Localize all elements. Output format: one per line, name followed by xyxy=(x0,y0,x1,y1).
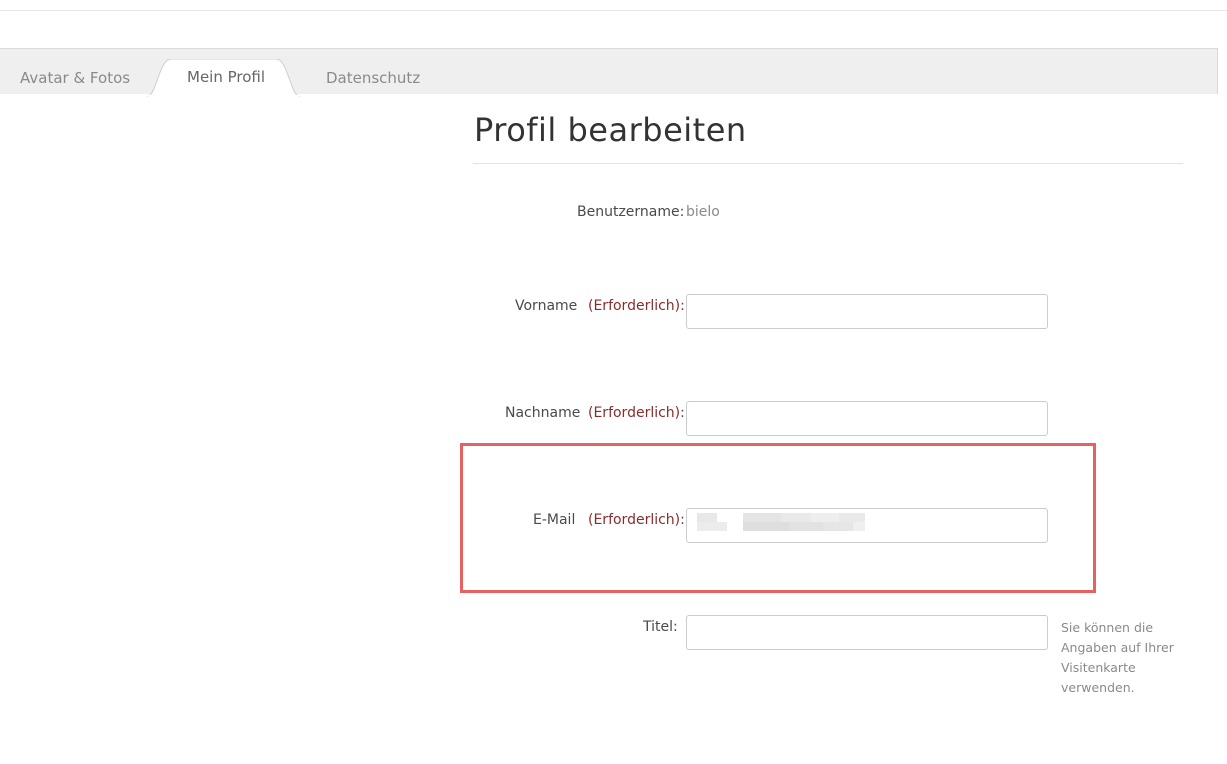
label-colon: : xyxy=(680,512,685,528)
lastname-input[interactable] xyxy=(686,401,1048,436)
title-label: Titel: xyxy=(643,619,678,635)
lastname-required: (Erforderlich): xyxy=(588,405,685,421)
required-indicator: (Erforderlich) xyxy=(588,298,681,314)
tab-my-profile[interactable]: Mein Profil xyxy=(187,68,265,86)
firstname-input[interactable] xyxy=(686,294,1048,329)
email-label: E-Mail xyxy=(533,512,576,528)
profile-edit-page: Avatar & Fotos Mein Profil Datenschutz P… xyxy=(0,0,1227,764)
title-divider xyxy=(473,163,1183,164)
page-title: Profil bearbeiten xyxy=(474,111,747,149)
firstname-required: (Erforderlich): xyxy=(588,298,685,314)
required-indicator: (Erforderlich) xyxy=(588,512,681,528)
top-divider xyxy=(0,10,1227,11)
firstname-label: Vorname xyxy=(515,298,578,314)
tab-privacy[interactable]: Datenschutz xyxy=(326,69,420,87)
tab-avatar-photos[interactable]: Avatar & Fotos xyxy=(20,69,130,87)
title-input[interactable] xyxy=(686,615,1048,650)
title-hint: Sie können die Angaben auf Ihrer Visiten… xyxy=(1061,620,1174,695)
tab-bar: Avatar & Fotos Mein Profil Datenschutz xyxy=(0,48,1218,97)
label-colon: : xyxy=(680,405,685,421)
username-value: bielo xyxy=(686,204,720,220)
label-colon: : xyxy=(680,298,685,314)
email-input[interactable] xyxy=(686,508,1048,543)
email-required: (Erforderlich): xyxy=(588,512,685,528)
lastname-label: Nachname xyxy=(505,405,581,421)
required-indicator: (Erforderlich) xyxy=(588,405,681,421)
username-label: Benutzername: xyxy=(577,204,685,220)
